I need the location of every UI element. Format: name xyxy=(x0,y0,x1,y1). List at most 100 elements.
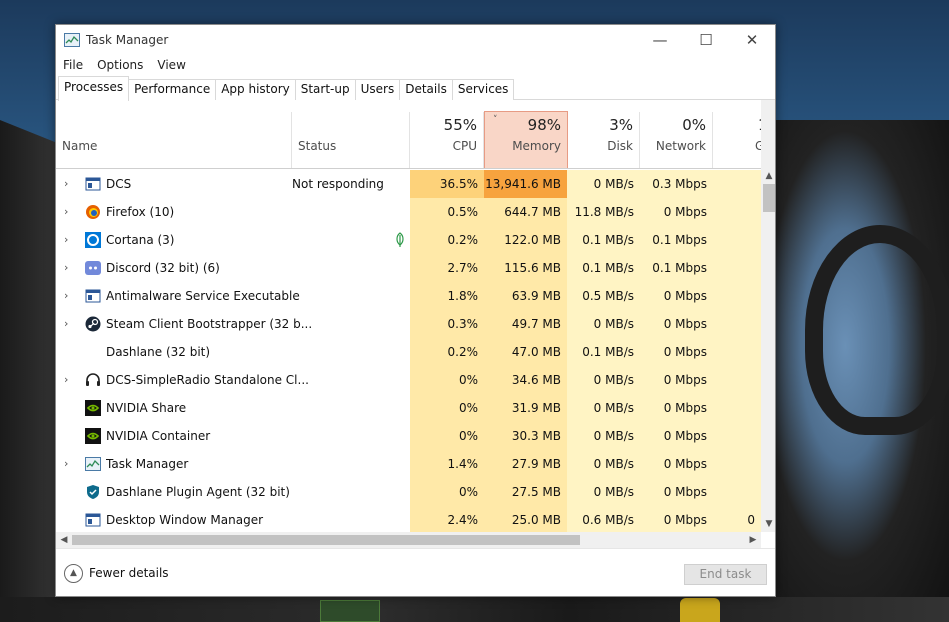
tab-details[interactable]: Details xyxy=(399,79,453,100)
process-gpu xyxy=(713,198,761,226)
header-divider xyxy=(56,168,761,169)
process-cpu: 0% xyxy=(410,478,484,506)
process-cpu: 0% xyxy=(410,394,484,422)
table-row[interactable]: › Antimalware Service Executable 1.8% 63.9 … xyxy=(56,282,761,310)
process-network: 0 Mbps xyxy=(640,282,713,310)
table-row[interactable]: › Task Manager 1.4% 27.9 MB 0 MB/s 0 Mbps xyxy=(56,450,761,478)
process-gpu xyxy=(713,478,761,506)
process-memory: 49.7 MB xyxy=(484,310,567,338)
column-header-disk[interactable]: 3% Disk xyxy=(567,112,640,169)
window-app-icon xyxy=(85,176,101,192)
process-memory: 25.0 MB xyxy=(484,506,567,532)
table-row[interactable]: › DCS-SimpleRadio Standalone Cl... 0% 34.6 … xyxy=(56,366,761,394)
process-cpu: 2.4% xyxy=(410,506,484,532)
process-cpu: 0.5% xyxy=(410,198,484,226)
table-row[interactable]: › DCS Not responding 36.5% 13,941.6 MB 0 MB/s… xyxy=(56,170,761,198)
expand-chevron-icon[interactable]: › xyxy=(64,170,68,198)
table-row[interactable]: › Firefox (10) 0.5% 644.7 MB 11.8 MB/s 0 Mbps xyxy=(56,198,761,226)
chevron-up-circle-icon[interactable]: ▲ xyxy=(64,564,83,583)
horizontal-scrollbar[interactable]: ◀ ▶ xyxy=(56,532,761,548)
process-memory: 122.0 MB xyxy=(484,226,567,254)
expand-chevron-icon[interactable]: › xyxy=(64,366,68,394)
process-network: 0 Mbps xyxy=(640,478,713,506)
process-memory: 644.7 MB xyxy=(484,198,567,226)
window-app-icon xyxy=(85,512,101,528)
vertical-scroll-thumb[interactable] xyxy=(763,184,775,212)
fewer-details-link[interactable]: Fewer details xyxy=(89,566,169,580)
scroll-left-icon[interactable]: ◀ xyxy=(56,532,72,548)
cpu-total-percent: 55% xyxy=(443,116,477,134)
column-header-name[interactable]: Name xyxy=(56,112,292,169)
table-row[interactable]: › Cortana (3) 0.2% 122.0 MB 0.1 MB/s 0.1 Mbps xyxy=(56,226,761,254)
process-network: 0 Mbps xyxy=(640,198,713,226)
column-header-memory[interactable]: ˅ 98% Memory xyxy=(484,111,568,169)
column-header-status[interactable]: Status xyxy=(292,112,410,169)
process-cpu: 0.2% xyxy=(410,226,484,254)
tab-services[interactable]: Services xyxy=(451,79,515,100)
tab-start-up[interactable]: Start-up xyxy=(294,79,356,100)
process-status xyxy=(292,282,410,310)
table-row[interactable]: › Steam Client Bootstrapper (32 b... 0.3% 4… xyxy=(56,310,761,338)
column-label-disk: Disk xyxy=(607,139,633,153)
expand-chevron-icon[interactable]: › xyxy=(64,310,68,338)
window-controls: — ☐ ✕ xyxy=(637,25,775,55)
vertical-scrollbar[interactable]: ▲ ▼ xyxy=(761,100,775,532)
process-status xyxy=(292,394,410,422)
background-cockpit-panel xyxy=(0,597,949,622)
column-header-network[interactable]: 0% Network xyxy=(640,112,713,169)
scroll-up-icon[interactable]: ▲ xyxy=(761,168,775,184)
expand-chevron-icon[interactable]: › xyxy=(64,450,68,478)
horizontal-scroll-thumb[interactable] xyxy=(72,535,580,545)
process-network: 0.1 Mbps xyxy=(640,254,713,282)
process-disk: 0.5 MB/s xyxy=(567,282,640,310)
process-status xyxy=(292,338,410,366)
menu-view[interactable]: View xyxy=(150,58,192,72)
column-header-cpu[interactable]: 55% CPU xyxy=(410,112,484,169)
table-row[interactable]: Dashlane Plugin Agent (32 bit) 0% 27.5 MB 0… xyxy=(56,478,761,506)
tab-users[interactable]: Users xyxy=(354,79,401,100)
process-disk: 0 MB/s xyxy=(567,478,640,506)
menu-options[interactable]: Options xyxy=(90,58,150,72)
end-task-button[interactable]: End task xyxy=(684,564,767,585)
close-button[interactable]: ✕ xyxy=(729,25,775,55)
process-disk: 0.1 MB/s xyxy=(567,226,640,254)
scroll-right-icon[interactable]: ▶ xyxy=(745,532,761,548)
process-network: 0.3 Mbps xyxy=(640,170,713,198)
minimize-button[interactable]: — xyxy=(637,25,683,55)
steam-icon xyxy=(85,316,101,332)
table-row[interactable]: NVIDIA Share 0% 31.9 MB 0 MB/s 0 Mbps xyxy=(56,394,761,422)
process-memory: 13,941.6 MB xyxy=(484,170,567,198)
expand-chevron-icon[interactable]: › xyxy=(64,226,68,254)
discord-icon xyxy=(85,260,101,276)
process-status xyxy=(292,478,410,506)
table-row[interactable]: NVIDIA Container 0% 30.3 MB 0 MB/s 0 Mbps xyxy=(56,422,761,450)
disk-total-percent: 3% xyxy=(609,116,633,134)
tab-performance[interactable]: Performance xyxy=(128,79,217,100)
process-gpu: 0 xyxy=(713,506,761,532)
scroll-down-icon[interactable]: ▼ xyxy=(761,516,775,532)
expand-chevron-icon[interactable]: › xyxy=(64,282,68,310)
expand-chevron-icon[interactable]: › xyxy=(64,254,68,282)
table-row[interactable]: Dashlane (32 bit) 0.2% 47.0 MB 0.1 MB/s 0 Mb… xyxy=(56,338,761,366)
process-gpu xyxy=(713,338,761,366)
process-cpu: 0% xyxy=(410,366,484,394)
process-status xyxy=(292,366,410,394)
process-gpu xyxy=(713,254,761,282)
tab-app-history[interactable]: App history xyxy=(215,79,296,100)
table-row[interactable]: Desktop Window Manager 2.4% 25.0 MB 0.6 MB/… xyxy=(56,506,761,532)
tab-processes[interactable]: Processes xyxy=(58,76,130,101)
maximize-button[interactable]: ☐ xyxy=(683,25,729,55)
menu-file[interactable]: File xyxy=(56,58,90,72)
process-cpu: 1.8% xyxy=(410,282,484,310)
expand-chevron-icon[interactable]: › xyxy=(64,198,68,226)
process-network: 0 Mbps xyxy=(640,422,713,450)
table-row[interactable]: › Discord (32 bit) (6) 2.7% 115.6 MB 0.1 MB/… xyxy=(56,254,761,282)
column-label-cpu: CPU xyxy=(452,139,477,153)
efficiency-leaf-icon xyxy=(394,232,406,248)
process-disk: 0.1 MB/s xyxy=(567,338,640,366)
process-cpu: 0% xyxy=(410,422,484,450)
title-bar[interactable]: Task Manager — ☐ ✕ xyxy=(56,25,775,55)
process-gpu xyxy=(713,366,761,394)
task-manager-icon xyxy=(85,456,101,472)
column-label-name: Name xyxy=(62,139,98,153)
